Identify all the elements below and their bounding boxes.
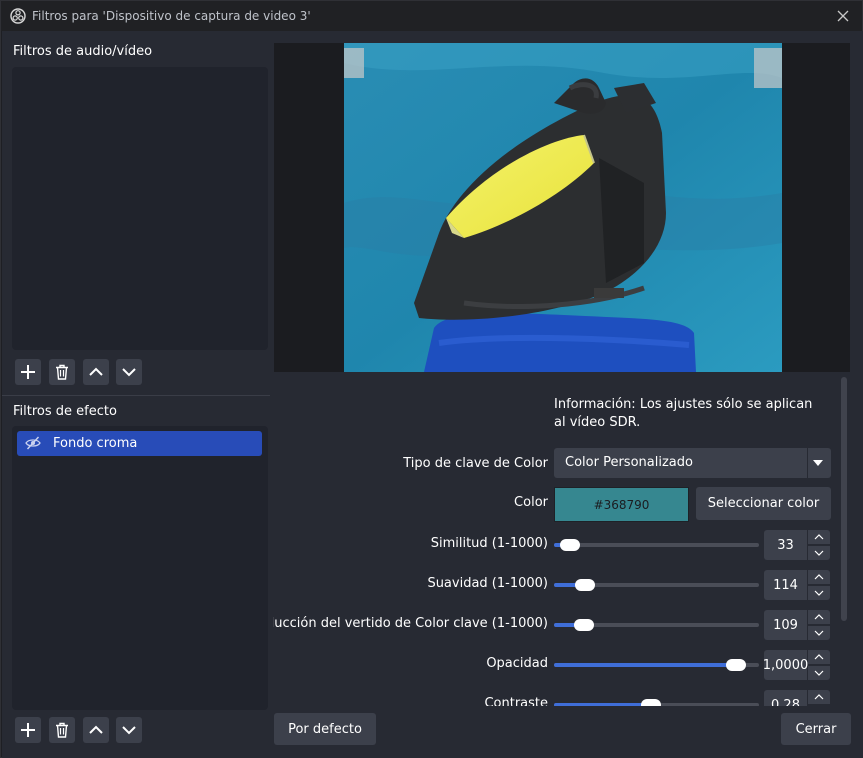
similarity-spinbox[interactable]: 33 xyxy=(764,530,831,560)
slider-handle[interactable] xyxy=(641,699,661,706)
contrast-spinbox[interactable]: 0,28 xyxy=(764,690,831,706)
audio-video-filters-label: Filtros de audio/vídeo xyxy=(13,44,153,59)
defaults-button[interactable]: Por defecto xyxy=(274,713,376,745)
spinbox-value[interactable]: 109 xyxy=(764,610,807,640)
chevron-down-icon xyxy=(814,590,824,596)
slider-handle[interactable] xyxy=(575,579,595,591)
properties-panel: Información: Los ajustes sólo se aplican… xyxy=(273,372,863,706)
spin-up-button[interactable] xyxy=(808,650,830,664)
section-divider xyxy=(2,395,270,396)
combo-separator xyxy=(807,448,808,478)
smoothness-spinbox[interactable]: 114 xyxy=(764,570,831,600)
spinbox-value[interactable]: 114 xyxy=(764,570,807,600)
chevron-up-icon xyxy=(814,534,824,540)
contrast-label: Contraste xyxy=(484,696,548,706)
move-audio-video-filter-up-button[interactable] xyxy=(83,359,109,385)
slider-handle[interactable] xyxy=(574,619,594,631)
sdr-info-text: Información: Los ajustes sólo se aplican… xyxy=(554,397,813,430)
chevron-up-icon xyxy=(814,654,824,660)
move-audio-video-filter-down-button[interactable] xyxy=(116,359,142,385)
effect-filters-label: Filtros de efecto xyxy=(13,404,117,419)
dropdown-arrow-icon xyxy=(813,460,823,466)
effect-filter-item[interactable]: Fondo croma xyxy=(17,431,262,456)
chevron-up-icon xyxy=(89,367,103,376)
remove-audio-video-filter-button[interactable] xyxy=(49,359,75,385)
plus-icon xyxy=(21,365,35,379)
spin-down-button[interactable] xyxy=(808,666,830,680)
spin-down-button[interactable] xyxy=(808,546,830,560)
opacity-slider[interactable] xyxy=(554,659,759,671)
similarity-slider[interactable] xyxy=(554,539,759,551)
move-effect-filter-down-button[interactable] xyxy=(116,717,142,743)
chevron-down-icon xyxy=(122,368,136,377)
close-button[interactable]: Cerrar xyxy=(781,713,851,745)
slider-handle[interactable] xyxy=(560,539,580,551)
chevron-down-icon xyxy=(814,630,824,636)
filters-dialog: Filtros para 'Dispositivo de captura de … xyxy=(0,0,863,758)
chevron-down-icon xyxy=(814,550,824,556)
chevron-down-icon xyxy=(814,670,824,676)
spinbox-value[interactable]: 0,28 xyxy=(764,690,807,706)
spill-reduction-spinbox[interactable]: 109 xyxy=(764,610,831,640)
contrast-slider[interactable] xyxy=(554,699,759,706)
spin-up-button[interactable] xyxy=(808,530,830,544)
audio-video-filters-list[interactable] xyxy=(12,67,268,350)
spinbox-value[interactable]: 1,0000 xyxy=(763,650,808,680)
trash-icon xyxy=(56,722,68,738)
filter-properties-pane: Información: Los ajustes sólo se aplican… xyxy=(273,31,863,758)
properties-scrollbar[interactable] xyxy=(839,377,849,707)
chevron-up-icon xyxy=(814,574,824,580)
spin-up-button[interactable] xyxy=(808,610,830,624)
effect-filter-label: Fondo croma xyxy=(53,436,138,451)
spin-down-button[interactable] xyxy=(808,586,830,600)
add-effect-filter-button[interactable] xyxy=(15,717,41,743)
chevron-up-icon xyxy=(814,614,824,620)
remove-effect-filter-button[interactable] xyxy=(49,717,75,743)
color-label: Color xyxy=(514,495,548,510)
eye-hidden-icon[interactable] xyxy=(25,435,41,451)
smoothness-label: Suavidad (1-1000) xyxy=(427,576,548,591)
chevron-up-icon xyxy=(89,725,103,734)
smoothness-slider[interactable] xyxy=(554,579,759,591)
select-color-button[interactable]: Seleccionar color xyxy=(696,487,831,520)
video-preview xyxy=(274,43,850,372)
similarity-label: Similitud (1-1000) xyxy=(430,536,548,551)
slider-fill xyxy=(554,703,651,706)
key-type-select[interactable]: Color Personalizado xyxy=(554,448,831,478)
chevron-down-icon xyxy=(122,726,136,735)
slider-handle[interactable] xyxy=(726,659,746,671)
spill-reduction-slider[interactable] xyxy=(554,619,759,631)
color-swatch: #368790 xyxy=(554,487,689,522)
window-title: Filtros para 'Dispositivo de captura de … xyxy=(32,9,311,23)
spin-down-button[interactable] xyxy=(808,626,830,640)
opacity-spinbox[interactable]: 1,0000 xyxy=(763,650,831,680)
filters-sidebar: Filtros de audio/vídeo Filtros de efecto xyxy=(2,31,273,758)
slider-fill xyxy=(554,663,736,667)
spinbox-value[interactable]: 33 xyxy=(764,530,807,560)
title-bar: Filtros para 'Dispositivo de captura de … xyxy=(1,1,862,31)
window-close-button[interactable] xyxy=(830,3,856,29)
key-type-label: Tipo de clave de Color xyxy=(403,456,548,471)
add-audio-video-filter-button[interactable] xyxy=(15,359,41,385)
plus-icon xyxy=(21,723,35,737)
spin-up-button[interactable] xyxy=(808,690,830,704)
close-icon xyxy=(837,10,849,22)
obs-logo-icon xyxy=(10,8,26,24)
scrollbar-thumb[interactable] xyxy=(841,377,847,621)
spill-reduction-label: Reducción del vertido de Color clave (1-… xyxy=(273,616,548,631)
chevron-up-icon xyxy=(814,694,824,700)
effect-filters-list[interactable]: Fondo croma xyxy=(12,426,268,710)
spin-up-button[interactable] xyxy=(808,570,830,584)
opacity-label: Opacidad xyxy=(486,656,548,671)
key-type-value: Color Personalizado xyxy=(565,455,693,470)
camera-preview-image xyxy=(344,43,782,372)
move-effect-filter-up-button[interactable] xyxy=(83,717,109,743)
trash-icon xyxy=(56,364,68,380)
